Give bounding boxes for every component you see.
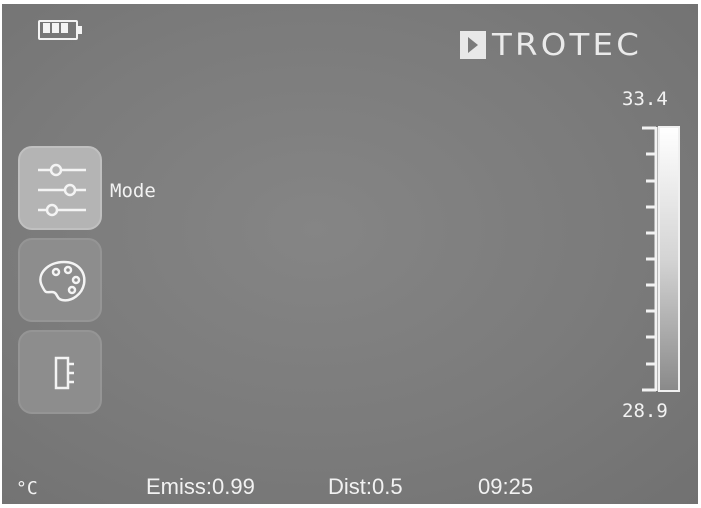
temperature-colorbar [658,126,680,392]
thermal-display: TROTEC Mode 33.4 28.9 °C Emiss:0.99 Dist… [2,4,698,504]
emissivity-readout: Emiss:0.99 [146,474,255,499]
scale-max-temp: 33.4 [622,88,668,110]
temperature-unit: °C [16,478,38,499]
power-settings-button[interactable] [18,330,102,414]
battery-settings-icon [54,356,74,390]
brand-logo: TROTEC [460,28,639,63]
clock: 09:25 [478,474,534,499]
battery-icon [38,20,82,42]
mode-button[interactable] [18,146,102,230]
logo-mark-icon [460,31,486,59]
distance-readout: Dist:0.5 [328,474,403,499]
palette-button[interactable] [18,238,102,322]
sliders-icon [38,163,86,217]
palette-icon [39,260,86,302]
scale-ticks [642,126,658,392]
brand-name: TROTEC [492,27,643,63]
mode-label: Mode [110,180,156,202]
scale-min-temp: 28.9 [622,400,668,422]
